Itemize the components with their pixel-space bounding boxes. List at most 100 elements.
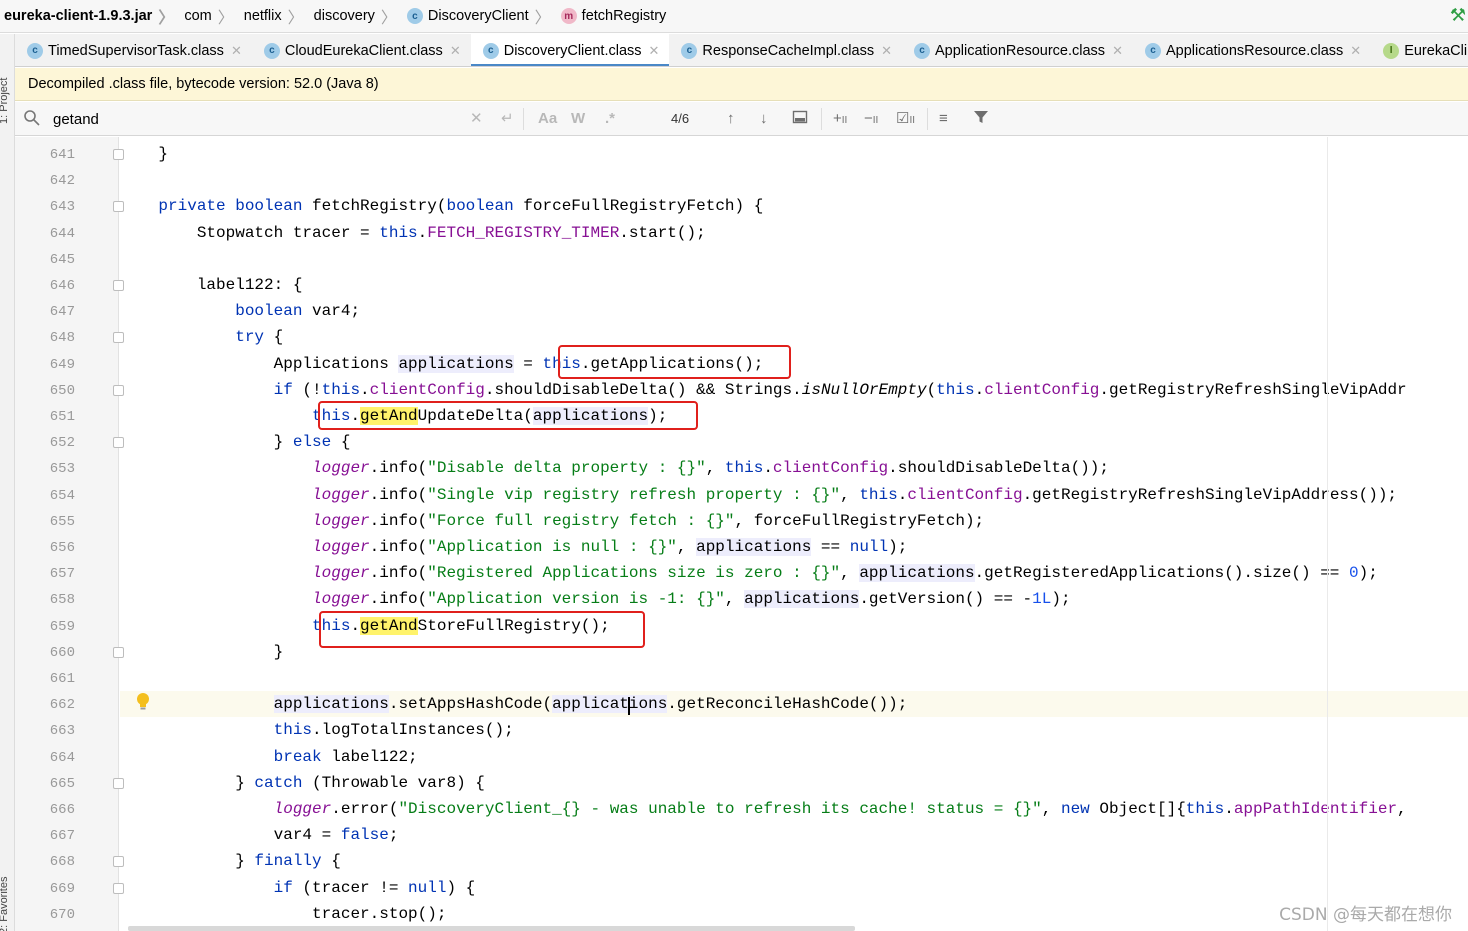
tool-window-strip: 1: Project 2: Favorites bbox=[0, 34, 15, 931]
line-number: 654 bbox=[49, 487, 75, 504]
next-occurrence-icon[interactable]: ↓ bbox=[760, 109, 768, 129]
tab-label: ApplicationsResource.class bbox=[1165, 42, 1344, 59]
code-line[interactable]: applications.setAppsHashCode(application… bbox=[120, 691, 1468, 718]
favorites-tool-label[interactable]: 2: Favorites bbox=[0, 877, 10, 931]
breadcrumb-label: fetchRegistry bbox=[581, 8, 667, 24]
previous-occurrence-icon[interactable]: ↑ bbox=[727, 109, 735, 129]
code-line[interactable]: logger.error("DiscoveryClient_{} - was u… bbox=[120, 796, 1468, 822]
code-line[interactable]: boolean var4; bbox=[120, 298, 1468, 324]
add-occurrence-icon[interactable]: +II bbox=[833, 109, 847, 131]
class-icon: c bbox=[681, 42, 698, 59]
editor-tab[interactable]: c ApplicationsResource.class ✕ bbox=[1133, 34, 1371, 66]
code-line[interactable] bbox=[120, 167, 1468, 193]
code-line[interactable]: if (tracer != null) { bbox=[120, 875, 1468, 901]
chevron-right-icon: 〉 bbox=[158, 10, 175, 27]
interface-icon: I bbox=[1383, 42, 1400, 59]
chevron-right-icon: 〉 bbox=[217, 10, 234, 27]
chevron-right-icon: 〉 bbox=[287, 10, 304, 27]
code-line[interactable]: logger.info("Application is null : {}", … bbox=[120, 534, 1468, 560]
code-line[interactable]: Applications applications = this.getAppl… bbox=[120, 351, 1468, 377]
code-line[interactable]: if (!this.clientConfig.shouldDisableDelt… bbox=[120, 377, 1468, 403]
line-number: 670 bbox=[49, 906, 75, 923]
match-counter: 4/6 bbox=[671, 111, 690, 126]
breadcrumb-item[interactable]: netflix 〉 bbox=[240, 0, 310, 33]
line-number: 656 bbox=[49, 540, 75, 556]
filter-options-icon[interactable]: ≡ bbox=[939, 109, 948, 129]
editor-tab[interactable]: c ApplicationResource.class ✕ bbox=[902, 34, 1133, 66]
line-number: 657 bbox=[49, 566, 75, 583]
class-icon: c bbox=[1144, 42, 1161, 59]
breadcrumb-item[interactable]: c DiscoveryClient 〉 bbox=[403, 0, 557, 33]
words-toggle[interactable]: W bbox=[571, 109, 585, 129]
annotation-box-getandupdatedelta bbox=[318, 401, 698, 430]
editor-tab[interactable]: c ResponseCacheImpl.class ✕ bbox=[669, 34, 902, 66]
line-number: 665 bbox=[49, 775, 75, 792]
code-editor[interactable]: } private boolean fetchRegistry(boolean … bbox=[120, 137, 1468, 931]
filter-icon[interactable] bbox=[973, 109, 989, 131]
clear-search-icon[interactable]: ✕ bbox=[470, 109, 483, 129]
breadcrumb-item[interactable]: discovery 〉 bbox=[310, 0, 403, 33]
line-number: 650 bbox=[49, 382, 75, 399]
code-line[interactable] bbox=[120, 246, 1468, 272]
remove-occurrence-icon[interactable]: −II bbox=[864, 109, 878, 131]
code-line[interactable]: } catch (Throwable var8) { bbox=[120, 770, 1468, 796]
horizontal-scrollbar[interactable] bbox=[128, 926, 855, 931]
code-line[interactable]: logger.info("Single vip registry refresh… bbox=[120, 482, 1468, 508]
build-hammer-icon[interactable]: ⚒ bbox=[1448, 5, 1468, 25]
code-line[interactable]: private boolean fetchRegistry(boolean fo… bbox=[120, 193, 1468, 219]
code-line[interactable]: this.logTotalInstances(); bbox=[120, 717, 1468, 743]
line-number: 663 bbox=[49, 723, 75, 740]
code-line[interactable]: var4 = false; bbox=[120, 822, 1468, 848]
code-line[interactable]: } bbox=[120, 141, 1468, 167]
editor-tab[interactable]: c CloudEurekaClient.class ✕ bbox=[252, 34, 471, 66]
select-all-occurrences-icon[interactable] bbox=[792, 109, 808, 131]
close-tab-icon[interactable]: ✕ bbox=[231, 43, 242, 59]
breadcrumb-item[interactable]: m fetchRegistry bbox=[557, 0, 671, 33]
line-number: 647 bbox=[49, 304, 75, 321]
editor-tabs: c TimedSupervisorTask.class ✕ c CloudEurekaC… bbox=[15, 34, 1468, 67]
code-line[interactable]: } else { bbox=[120, 429, 1468, 455]
code-line[interactable] bbox=[120, 665, 1468, 691]
line-number: 648 bbox=[49, 330, 75, 347]
line-number: 662 bbox=[49, 697, 75, 714]
close-tab-icon[interactable]: ✕ bbox=[649, 43, 660, 59]
code-line[interactable]: tracer.stop(); bbox=[120, 901, 1468, 927]
editor-tab[interactable]: c DiscoveryClient.class ✕ bbox=[470, 34, 670, 66]
close-tab-icon[interactable]: ✕ bbox=[1112, 43, 1123, 59]
editor-tab[interactable]: I EurekaCli bbox=[1371, 34, 1468, 66]
breadcrumb-item[interactable]: eureka-client-1.9.3.jar 〉 bbox=[0, 0, 180, 33]
breadcrumb-label: eureka-client-1.9.3.jar bbox=[4, 8, 153, 24]
code-line[interactable]: Stopwatch tracer = this.FETCH_REGISTRY_T… bbox=[120, 220, 1468, 246]
regex-toggle[interactable]: .* bbox=[605, 109, 615, 129]
line-number: 643 bbox=[49, 199, 75, 216]
code-line[interactable]: logger.info("Registered Applications siz… bbox=[120, 560, 1468, 586]
tab-label: EurekaCli bbox=[1404, 42, 1468, 59]
code-line[interactable]: label122: { bbox=[120, 272, 1468, 298]
code-line[interactable]: } finally { bbox=[120, 848, 1468, 874]
class-icon: c bbox=[482, 42, 499, 59]
decompiled-banner: Decompiled .class file, bytecode version… bbox=[15, 68, 1468, 101]
code-line[interactable]: logger.info("Application version is -1: … bbox=[120, 586, 1468, 612]
tab-label: ResponseCacheImpl.class bbox=[702, 42, 875, 59]
editor-tab[interactable]: c TimedSupervisorTask.class ✕ bbox=[15, 34, 252, 66]
code-line[interactable]: logger.info("Force full registry fetch :… bbox=[120, 508, 1468, 534]
close-tab-icon[interactable]: ✕ bbox=[450, 43, 461, 59]
line-number: 642 bbox=[49, 173, 75, 190]
breadcrumb-item[interactable]: com 〉 bbox=[180, 0, 239, 33]
close-tab-icon[interactable]: ✕ bbox=[881, 43, 892, 59]
lightbulb-icon[interactable] bbox=[135, 692, 151, 712]
line-number: 664 bbox=[49, 749, 75, 766]
chevron-right-icon: 〉 bbox=[380, 10, 397, 27]
code-line[interactable]: break label122; bbox=[120, 744, 1468, 770]
code-line[interactable]: logger.info("Disable delta property : {}… bbox=[120, 455, 1468, 481]
select-all-matches-icon[interactable]: ☑II bbox=[896, 109, 915, 131]
search-input[interactable] bbox=[53, 108, 473, 130]
new-line-icon[interactable]: ↵ bbox=[501, 109, 514, 129]
code-line[interactable]: try { bbox=[120, 324, 1468, 350]
close-tab-icon[interactable]: ✕ bbox=[1350, 43, 1361, 59]
breadcrumb-label: DiscoveryClient bbox=[427, 8, 529, 24]
line-number: 668 bbox=[49, 854, 75, 871]
project-tool-label[interactable]: 1: Project bbox=[0, 78, 10, 124]
match-case-toggle[interactable]: Aa bbox=[538, 109, 557, 129]
search-icon[interactable] bbox=[23, 109, 41, 131]
